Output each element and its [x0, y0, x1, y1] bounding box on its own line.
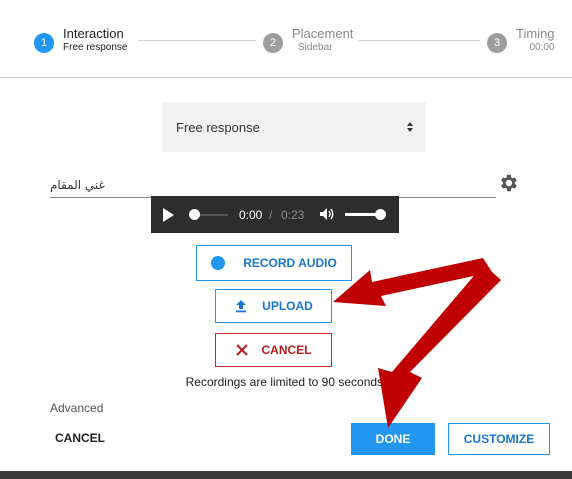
footer-cancel-button[interactable]: CANCEL [55, 431, 105, 445]
step-number: 1 [34, 33, 54, 53]
total-time: 0:23 [281, 208, 305, 222]
step-subtitle: Sidebar [298, 42, 333, 53]
annotation-arrow-to-upload [333, 258, 492, 306]
step-connector [138, 40, 256, 41]
cancel-recording-button[interactable]: CANCEL [215, 333, 332, 367]
step-title: Timing [516, 26, 555, 41]
annotation-arrow-to-done [378, 264, 501, 428]
cancel-recording-label: CANCEL [261, 343, 312, 357]
upload-icon [236, 300, 247, 313]
step-interaction[interactable]: 1 Interaction Free response [34, 26, 127, 55]
recording-limit-note: Recordings are limited to 90 seconds. [185, 375, 387, 389]
step-title: Placement [292, 26, 354, 41]
step-number: 3 [487, 33, 507, 53]
prompt-text-field[interactable]: غني المقام [50, 176, 496, 198]
step-timing[interactable]: 3 Timing 00:00 [487, 26, 555, 55]
play-icon[interactable] [163, 208, 174, 222]
step-subtitle: 00:00 [529, 42, 555, 53]
bottom-divider [0, 471, 572, 479]
step-subtitle: Free response [63, 42, 128, 53]
upload-label: UPLOAD [262, 299, 313, 313]
audio-player: 0:00 / 0:23 [151, 196, 399, 233]
record-audio-button[interactable]: RECORD AUDIO [196, 245, 352, 281]
upload-button[interactable]: UPLOAD [215, 289, 332, 323]
time-separator: / [269, 208, 273, 222]
stepper: 1 Interaction Free response 2 Placement … [0, 0, 572, 78]
step-number: 2 [263, 33, 283, 53]
prompt-text-value: غني المقام [50, 178, 105, 192]
customize-button[interactable]: CUSTOMIZE [448, 423, 550, 455]
record-audio-label: RECORD AUDIO [243, 256, 337, 270]
done-button[interactable]: DONE [351, 423, 435, 455]
interaction-type-value: Free response [176, 119, 260, 135]
select-arrows-icon [406, 121, 414, 133]
close-icon [235, 344, 248, 356]
volume-handle[interactable] [375, 209, 386, 220]
customize-label: CUSTOMIZE [463, 432, 535, 446]
volume-icon[interactable] [319, 207, 335, 221]
interaction-type-select[interactable]: Free response [162, 102, 426, 152]
current-time: 0:00 [239, 208, 263, 222]
step-connector [358, 40, 480, 41]
advanced-link[interactable]: Advanced [50, 401, 103, 415]
step-placement[interactable]: 2 Placement Sidebar [263, 26, 353, 55]
done-label: DONE [375, 432, 411, 446]
gear-icon[interactable] [497, 172, 519, 194]
seek-handle[interactable] [189, 209, 200, 220]
record-dot-icon [211, 256, 226, 270]
step-title: Interaction [63, 26, 124, 41]
